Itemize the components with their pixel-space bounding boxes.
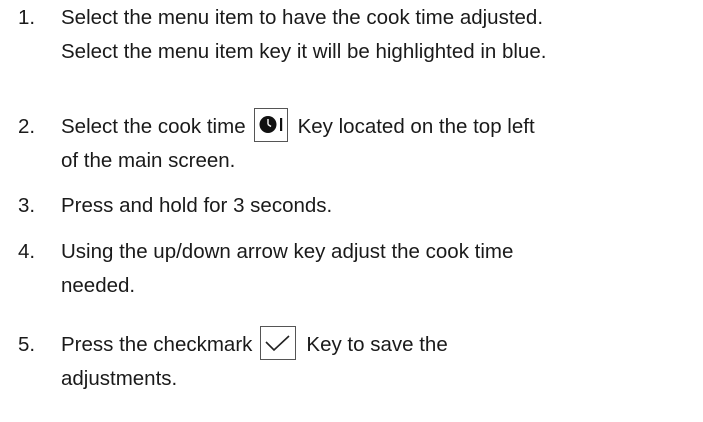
step-line: adjustments. (61, 367, 178, 390)
step-text: Select the cook time Key located on the t… (61, 107, 701, 178)
step-line: Using the up/down arrow key adjust the c… (61, 240, 514, 263)
step-text-after-icon: Key located on the top left (297, 115, 535, 138)
checkmark-key-icon (260, 325, 297, 360)
step-text: Using the up/down arrow key adjust the c… (61, 235, 701, 303)
cook-time-key-icon (253, 107, 288, 142)
step-line: Select the menu item key it will be high… (61, 40, 547, 63)
step-number: 2. (18, 115, 36, 138)
instruction-steps: 1. Select the menu item to have the cook… (0, 0, 703, 422)
step-line: Press the checkmark Key to save the (61, 325, 701, 362)
step-number: 5. (18, 333, 36, 356)
step-line: of the main screen. (61, 149, 236, 172)
step-number: 1. (18, 6, 36, 29)
step-text-before-icon: Select the cook time (61, 115, 246, 138)
step-number: 3. (18, 194, 36, 217)
step-text: Press and hold for 3 seconds. (61, 189, 701, 223)
step-text: Select the menu item to have the cook ti… (61, 1, 701, 69)
step-text-before-icon: Press the checkmark (61, 333, 253, 356)
step-line: Select the menu item to have the cook ti… (61, 6, 544, 29)
step-text: Press the checkmark Key to save the adjus… (61, 325, 701, 396)
step-text-after-icon: Key to save the (306, 333, 448, 356)
step-line: needed. (61, 274, 136, 297)
step-line: Press and hold for 3 seconds. (61, 194, 333, 217)
step-line: Select the cook time Key located on the t… (61, 107, 701, 144)
step-number: 4. (18, 240, 36, 263)
